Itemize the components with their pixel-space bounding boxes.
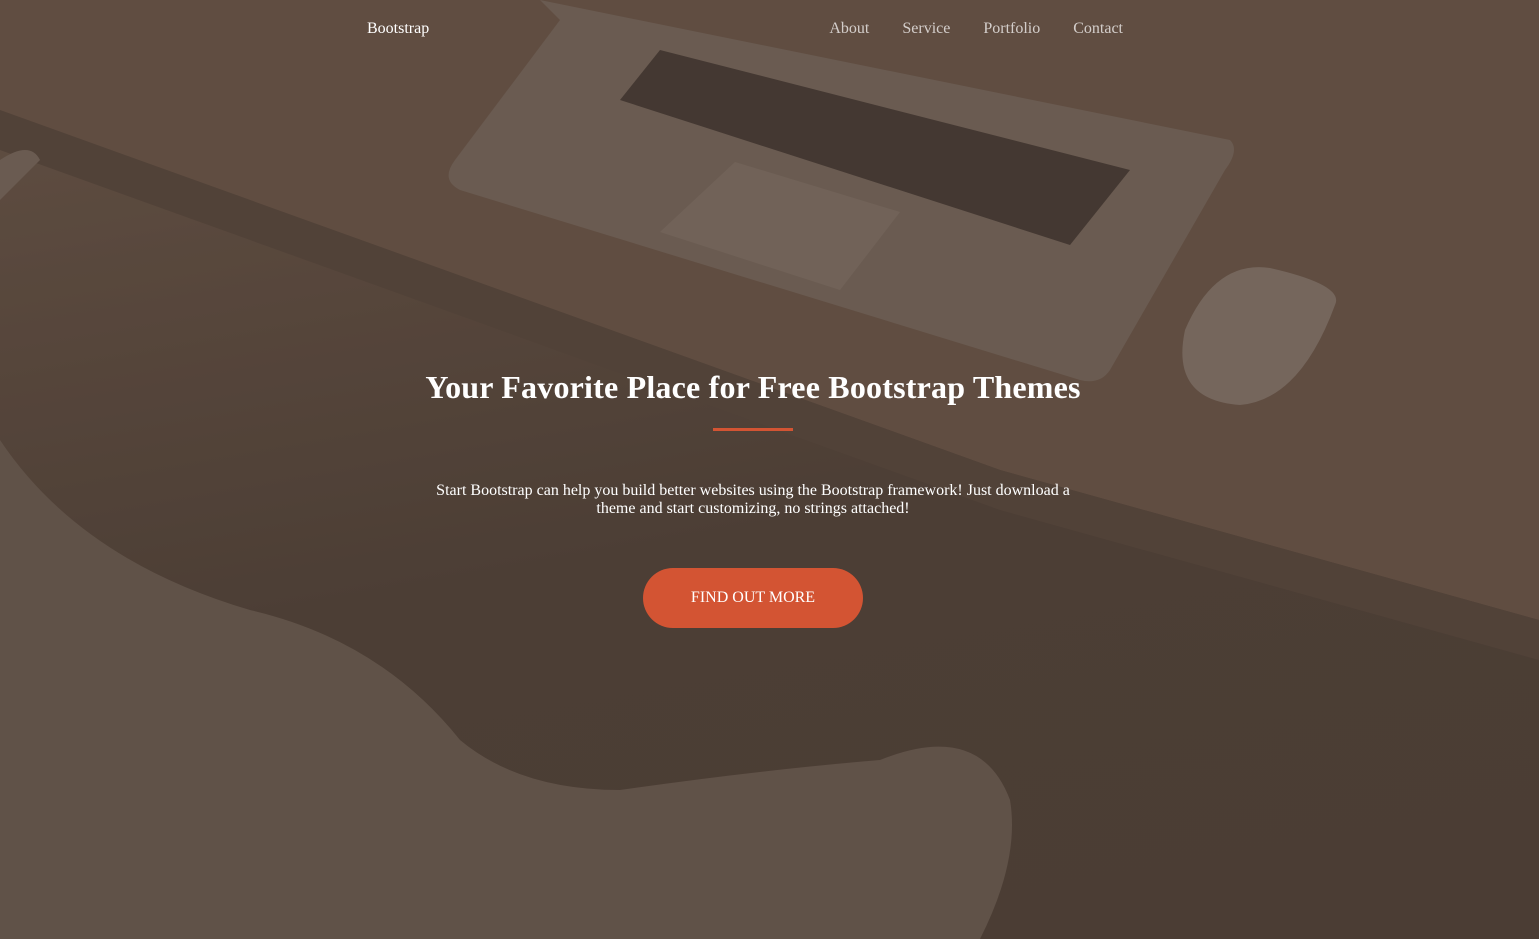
nav-link-about[interactable]: About: [829, 20, 869, 37]
nav-link-portfolio[interactable]: Portfolio: [983, 20, 1040, 37]
hero-background-image: [0, 0, 1539, 939]
nav-item-portfolio: Portfolio: [983, 20, 1040, 38]
nav-item-about: About: [829, 20, 869, 38]
hero-divider: [713, 428, 793, 431]
top-navbar: Bootstrap About Service Portfolio Contac…: [0, 0, 1539, 62]
find-out-more-button[interactable]: FIND OUT MORE: [643, 568, 863, 628]
hero-lead-text: Start Bootstrap can help you build bette…: [436, 482, 1070, 517]
nav-item-contact: Contact: [1073, 20, 1123, 38]
nav-links: About Service Portfolio Contact: [796, 20, 1123, 38]
background-overlay: [0, 0, 1539, 939]
nav-link-contact[interactable]: Contact: [1073, 20, 1123, 37]
hero-section: Bootstrap About Service Portfolio Contac…: [0, 0, 1539, 939]
nav-link-service[interactable]: Service: [902, 20, 950, 37]
hero-headline: Your Favorite Place for Free Bootstrap T…: [425, 369, 1081, 405]
nav-item-service: Service: [902, 20, 950, 38]
navbar-brand[interactable]: Bootstrap: [367, 20, 429, 38]
